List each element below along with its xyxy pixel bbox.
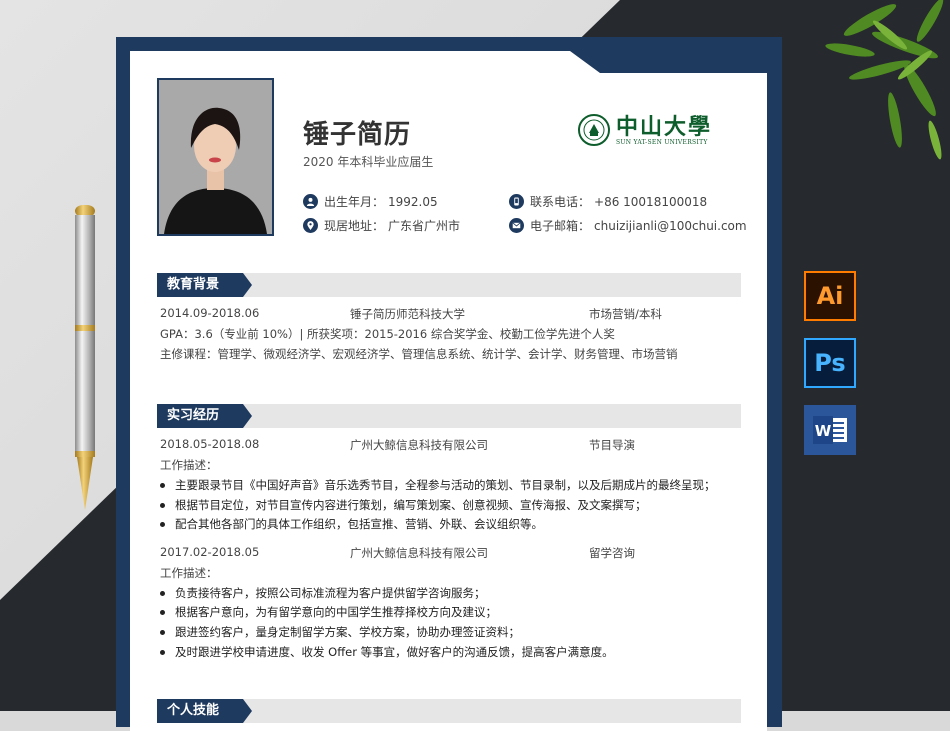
edu-date: 2014.09-2018.06 xyxy=(160,306,260,320)
phone-icon xyxy=(509,194,524,209)
person-icon xyxy=(303,194,318,209)
fountain-pen-decoration xyxy=(75,205,95,510)
university-logo: 中山大學 SUN YAT-SEN UNIVERSITY xyxy=(578,114,712,146)
university-name-en: SUN YAT-SEN UNIVERSITY xyxy=(616,138,708,146)
location-icon xyxy=(303,218,318,233)
list-item: 跟进签约客户，量身定制留学方案、学校方案，协助办理签证资料； xyxy=(160,624,520,640)
resume-subtitle: 2020 年本科毕业应届生 xyxy=(303,155,434,169)
section-title: 个人技能 xyxy=(157,699,252,723)
job-date: 2018.05-2018.08 xyxy=(160,437,260,451)
photoshop-icon: Ps xyxy=(804,338,856,388)
job-date: 2017.02-2018.05 xyxy=(160,545,260,559)
word-doc-glyph: W xyxy=(813,416,847,444)
list-item: 根据节目定位，对节目宣传内容进行策划，编写策划案、创意视频、宣传海报、及文案撰写… xyxy=(160,497,647,513)
list-item: 主要跟录节目《中国好声音》音乐选秀节目，全程参与活动的策划、节目录制，以及后期成… xyxy=(160,477,716,493)
section-education: 教育背景 xyxy=(157,273,741,297)
illustrator-icon: Ai xyxy=(804,271,856,321)
list-item: 负责接待客户，按照公司标准流程为客户提供留学咨询服务； xyxy=(160,585,486,601)
info-email: 电子邮箱： chuizijianli@100chui.com xyxy=(509,217,747,234)
section-title: 实习经历 xyxy=(157,404,252,428)
info-phone: 联系电话： +86 10018100018 xyxy=(509,193,707,210)
job-desc-label: 工作描述： xyxy=(160,458,218,472)
job-company: 广州大鲸信息科技有限公司 xyxy=(350,438,488,452)
section-title: 教育背景 xyxy=(157,273,252,297)
info-birth: 出生年月： 1992.05 xyxy=(303,193,438,210)
edu-school: 锤子简历师范科技大学 xyxy=(350,307,465,321)
profile-photo xyxy=(157,78,274,236)
word-letter: W xyxy=(815,422,832,440)
mail-icon xyxy=(509,218,524,233)
info-address: 现居地址： 广东省广州市 xyxy=(303,217,460,234)
edu-major: 市场营销/本科 xyxy=(589,307,662,321)
resume-name: 锤子简历 xyxy=(303,120,412,150)
university-name-cn: 中山大學 xyxy=(616,113,713,140)
section-skills: 个人技能 xyxy=(157,699,741,723)
word-icon: W xyxy=(804,405,856,455)
job-role: 节目导演 xyxy=(589,438,635,452)
edu-gpa: GPA：3.6（专业前 10%）| 所获奖项：2015-2016 综合奖学金、校… xyxy=(160,327,615,341)
university-seal-icon xyxy=(578,114,610,146)
list-item: 配合其他各部门的具体工作组织，包括宣推、营销、外联、会议组织等。 xyxy=(160,516,543,532)
plant-decoration xyxy=(825,0,944,160)
edu-courses: 主修课程：管理学、微观经济学、宏观经济学、管理信息系统、统计学、会计学、财务管理… xyxy=(160,347,678,361)
list-item: 根据客户意向，为有留学意向的中国学生推荐择校方向及建议； xyxy=(160,604,497,620)
job-role: 留学咨询 xyxy=(589,546,635,560)
section-internship: 实习经历 xyxy=(157,404,741,428)
job-desc-label: 工作描述： xyxy=(160,566,218,580)
list-item: 及时跟进学校申请进度、收发 Offer 等事宜，做好客户的沟通反馈，提高客户满意… xyxy=(160,644,614,660)
job-company: 广州大鲸信息科技有限公司 xyxy=(350,546,488,560)
